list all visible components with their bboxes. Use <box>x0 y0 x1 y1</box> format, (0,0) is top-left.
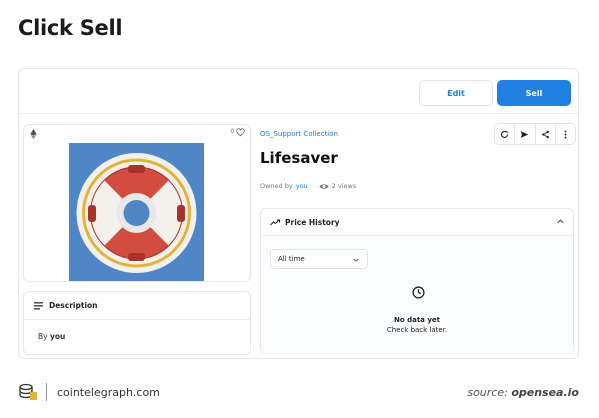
toolbar-divider <box>19 113 578 114</box>
refresh-button[interactable] <box>495 124 516 144</box>
footer-source: source: opensea.io <box>467 386 579 399</box>
description-owner: you <box>49 332 66 341</box>
description-title: Description <box>49 301 98 310</box>
more-button[interactable] <box>556 124 575 144</box>
heart-icon[interactable] <box>236 128 245 137</box>
eye-icon <box>319 183 329 189</box>
ethereum-icon <box>30 129 37 139</box>
footer-divider <box>46 383 47 401</box>
owner-row: Owned by you 2 views <box>260 182 356 190</box>
trend-icon <box>270 219 280 225</box>
price-history-panel: Price History All time No data yet Check… <box>260 208 574 354</box>
like-count: 0 <box>230 129 234 135</box>
clock-icon <box>412 286 425 299</box>
owned-by-label: Owned by <box>260 182 293 190</box>
item-title: Lifesaver <box>260 149 338 167</box>
view-count: 2 views <box>331 182 357 190</box>
cointelegraph-logo <box>19 383 37 400</box>
item-actions <box>494 123 576 145</box>
footer-site-name: cointelegraph.com <box>57 386 160 399</box>
description-panel: Description By you <box>23 291 251 355</box>
owner-link[interactable]: you <box>296 182 308 190</box>
lines-icon <box>34 301 43 309</box>
sell-button[interactable]: Sell <box>497 80 571 106</box>
transfer-button[interactable] <box>515 124 536 144</box>
page-title: Click Sell <box>18 16 123 40</box>
description-header[interactable]: Description <box>24 292 250 320</box>
period-select-value: All time <box>278 255 305 263</box>
description-text: By you <box>24 320 250 341</box>
chevron-up-icon[interactable] <box>557 219 564 224</box>
share-icon <box>541 130 549 138</box>
chevron-down-icon <box>353 258 359 262</box>
empty-state-subtitle: Check back later. <box>386 326 448 334</box>
nft-image-lifesaver[interactable] <box>69 143 204 281</box>
send-icon <box>521 130 529 138</box>
more-icon <box>564 130 567 138</box>
empty-state-title: No data yet <box>393 316 440 324</box>
lifesaver-illustration <box>76 153 197 273</box>
price-history-header[interactable]: Price History <box>261 209 573 236</box>
collection-link[interactable]: OS_Support Collection <box>260 130 338 138</box>
price-history-title: Price History <box>285 217 340 227</box>
footer-source-prefix: source: <box>467 386 508 399</box>
description-by-prefix: By <box>38 332 48 341</box>
period-select[interactable]: All time <box>270 249 368 269</box>
refresh-icon <box>501 130 509 138</box>
footer-source-name: opensea.io <box>511 386 579 399</box>
share-button[interactable] <box>536 124 556 144</box>
nft-item-card: Edit Sell 0 Description By you OS_Suppor… <box>18 68 579 359</box>
edit-button[interactable]: Edit <box>419 80 493 106</box>
media-panel: 0 <box>23 124 251 282</box>
price-history-body: All time No data yet Check back later. <box>261 236 573 354</box>
